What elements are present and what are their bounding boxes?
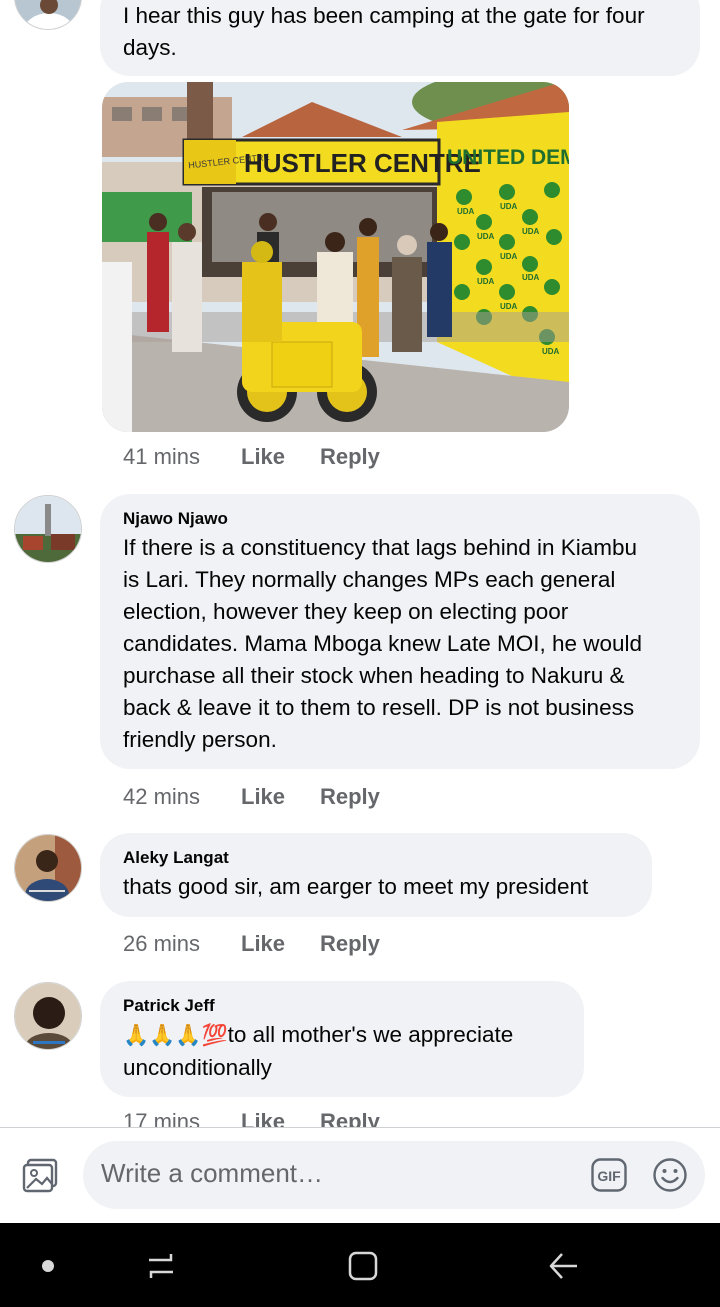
comment-photo[interactable]: HUSTLER CENTRE HUSTLER CENTRE UNITED DEM…	[102, 82, 569, 432]
photo-logo-text: UDA	[500, 302, 518, 311]
avatar[interactable]	[14, 834, 82, 902]
comment-author[interactable]: Patrick Jeff	[123, 995, 562, 1017]
photo-logo-text: UDA	[477, 277, 495, 286]
comment-bubble: I hear this guy has been camping at the …	[100, 0, 700, 76]
emoji-sequence: 🙏🙏🙏💯	[123, 1024, 228, 1047]
like-button[interactable]: Like	[241, 929, 320, 959]
comment-meta: 17 mins Like Reply	[123, 1107, 380, 1127]
photo-sign-right: UNITED DEM	[447, 146, 569, 169]
comment-text: 🙏🙏🙏💯to all mother's we appreciate uncond…	[123, 1022, 514, 1080]
photo-logo-text: UDA	[500, 252, 518, 261]
comment-time: 42 mins	[123, 784, 201, 809]
nav-dot-icon[interactable]	[42, 1260, 54, 1272]
avatar[interactable]	[14, 0, 82, 30]
comment-text: thats good sir, am earger to meet my pre…	[123, 874, 589, 899]
comment-bubble: Aleky Langat thats good sir, am earger t…	[100, 833, 652, 917]
back-icon[interactable]	[548, 1250, 580, 1282]
gif-icon[interactable]: GIF	[591, 1158, 627, 1192]
comment-author[interactable]: Aleky Langat	[123, 847, 630, 869]
photo-logo-text: UDA	[457, 207, 475, 216]
comment-time: 41 mins	[123, 444, 201, 469]
comment-time: 17 mins	[123, 1109, 201, 1127]
photo-logo-text: UDA	[477, 232, 495, 241]
photo-logo-text: UDA	[500, 202, 518, 211]
reply-button[interactable]: Reply	[320, 782, 380, 812]
photo-logo-text: UDA	[522, 273, 540, 282]
reply-button[interactable]: Reply	[320, 442, 380, 472]
avatar[interactable]	[14, 982, 82, 1050]
home-icon[interactable]	[347, 1250, 379, 1282]
comment-meta: 41 mins Like Reply	[123, 442, 380, 472]
system-navigation-bar	[0, 1223, 720, 1307]
comment-input-placeholder[interactable]: Write a comment…	[101, 1158, 323, 1189]
comment-meta: 26 mins Like Reply	[123, 929, 380, 959]
comment-text: I hear this guy has been camping at the …	[123, 3, 645, 60]
comment-time: 26 mins	[123, 931, 201, 956]
avatar[interactable]	[14, 495, 82, 563]
photo-logo-text: UDA	[522, 227, 540, 236]
comment-bubble: Njawo Njawo If there is a constituency t…	[100, 494, 700, 769]
comment-bubble: Patrick Jeff 🙏🙏🙏💯to all mother's we appr…	[100, 981, 584, 1097]
svg-text:GIF: GIF	[597, 1168, 621, 1184]
photo-sign: HUSTLER CENTRE	[244, 148, 481, 178]
reply-button[interactable]: Reply	[320, 1107, 380, 1127]
photo-icon[interactable]	[22, 1158, 60, 1194]
like-button[interactable]: Like	[241, 442, 320, 472]
comment-meta: 42 mins Like Reply	[123, 782, 380, 812]
emoji-icon[interactable]	[652, 1157, 688, 1193]
recents-icon[interactable]	[145, 1250, 177, 1282]
reply-button[interactable]: Reply	[320, 929, 380, 959]
like-button[interactable]: Like	[241, 1107, 320, 1127]
photo-logo-text: UDA	[542, 347, 560, 356]
like-button[interactable]: Like	[241, 782, 320, 812]
comment-text: If there is a constituency that lags beh…	[123, 535, 643, 752]
comment-composer: Write a comment… GIF	[0, 1127, 720, 1224]
comment-author[interactable]: Njawo Njawo	[123, 508, 678, 530]
